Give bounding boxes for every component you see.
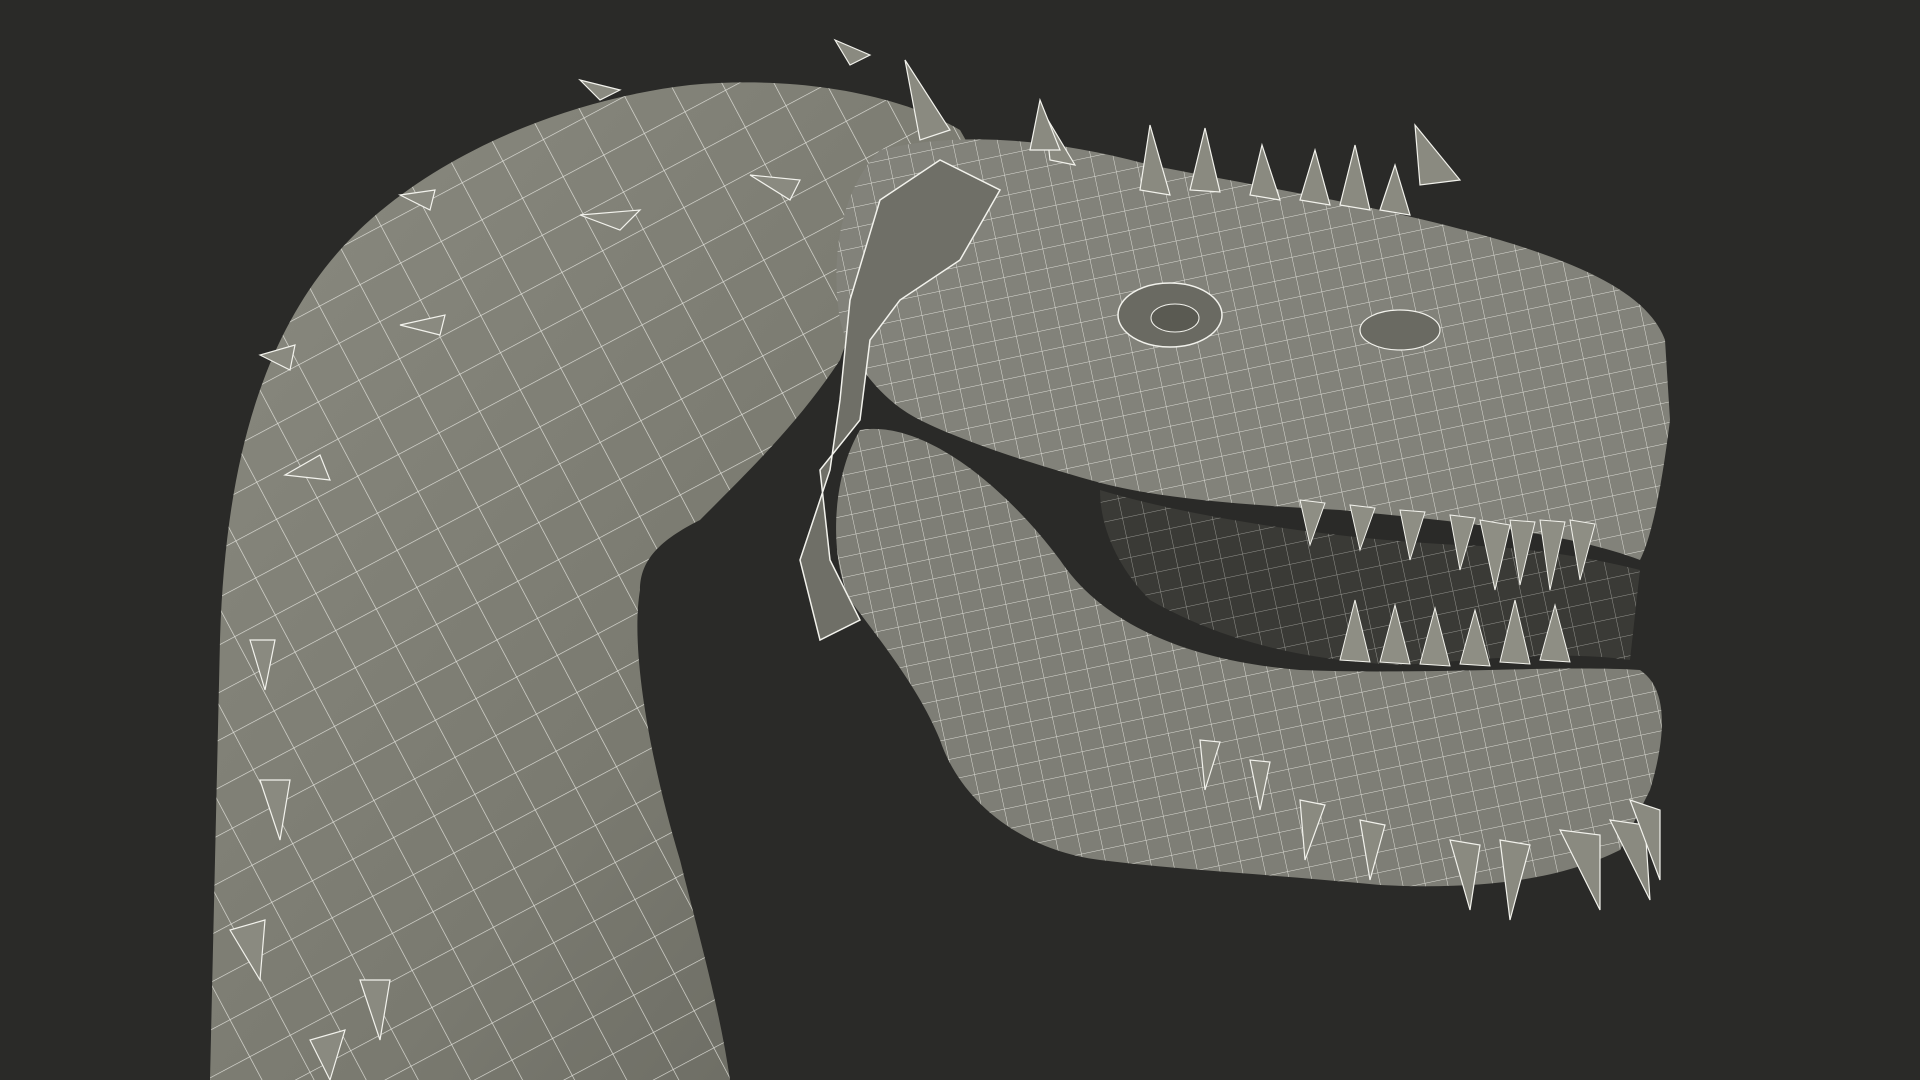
render-viewport <box>0 0 1920 1080</box>
creature-nostril <box>1359 309 1441 351</box>
wireframe-creature-render <box>210 38 1670 1080</box>
